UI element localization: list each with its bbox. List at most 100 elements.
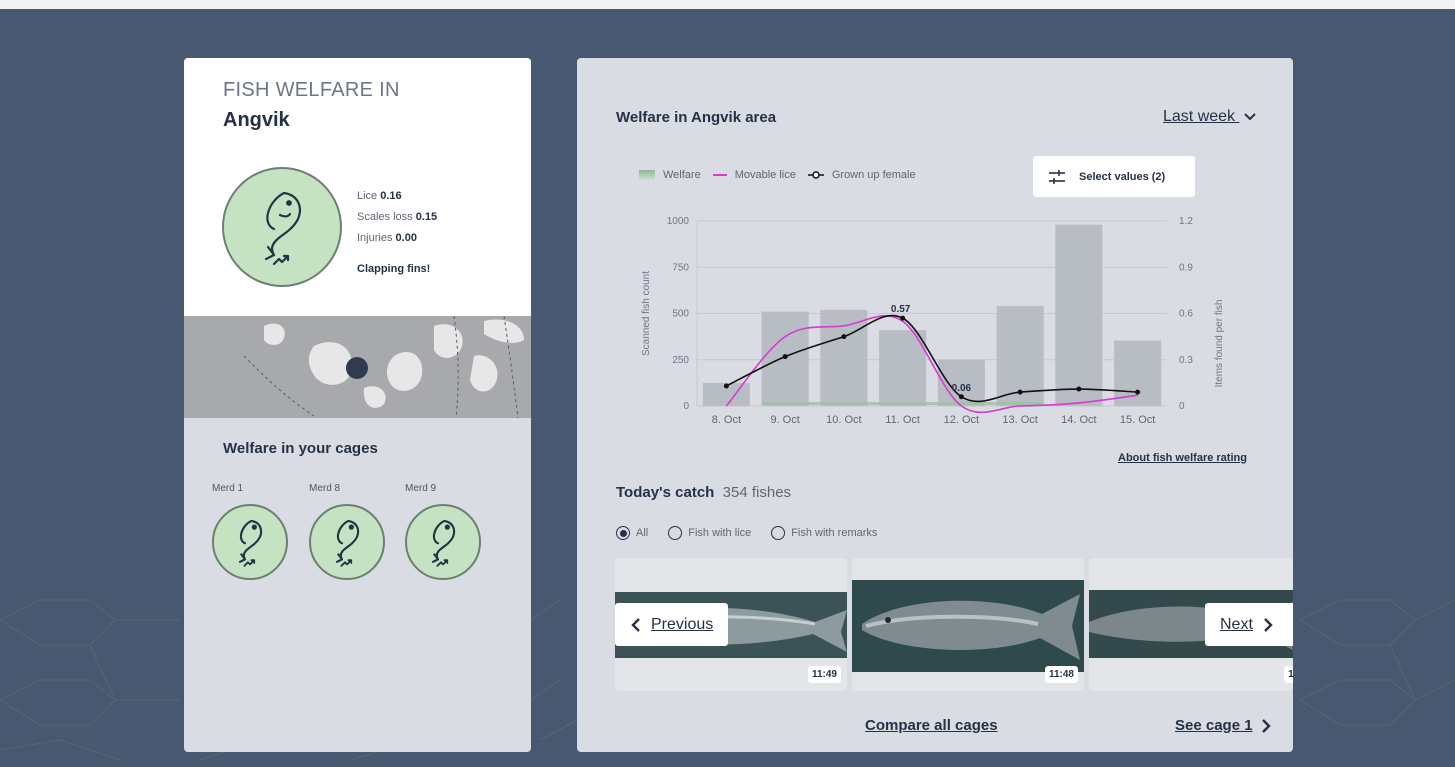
x-tick-label: 12. Oct xyxy=(944,414,979,426)
y-tick-label: 1000 xyxy=(667,216,690,227)
area-detail-card: Welfare in Angvik area Last week Welfare… xyxy=(577,58,1293,752)
annotation-max: 0.57 xyxy=(891,304,911,315)
y2-axis-title: Items found per fish xyxy=(1214,300,1225,388)
legend-swatch-welfare xyxy=(639,170,655,180)
cage-label: Merd 9 xyxy=(405,483,437,494)
compare-cages-link[interactable]: Compare all cages xyxy=(865,717,998,734)
y2-tick-label: 0.6 xyxy=(1179,309,1193,320)
previous-label: Previous xyxy=(651,615,714,633)
stat-lice: Lice 0.16 xyxy=(357,190,402,202)
trend-up-icon xyxy=(272,254,290,266)
area-summary-card: FISH WELFARE IN Angvik Lice 0.16 Scales … xyxy=(184,58,531,752)
x-tick-label: 13. Oct xyxy=(1002,414,1037,426)
legend-lice: Movable lice xyxy=(734,169,796,181)
previous-button[interactable]: Previous xyxy=(615,603,728,646)
y-tick-label: 0 xyxy=(683,401,689,412)
sliders-icon xyxy=(1049,169,1065,184)
y2-tick-label: 1.2 xyxy=(1179,216,1193,227)
bar-welfare xyxy=(1055,224,1103,406)
point-grown-up-female xyxy=(958,394,964,400)
area-stats: Lice 0.16 Scales loss 0.15 Injuries 0.00 xyxy=(357,186,437,249)
catch-count: 354 fishes xyxy=(722,484,792,501)
fish-icon xyxy=(264,191,301,261)
stat-scales-loss: Scales loss 0.15 xyxy=(357,211,438,223)
cage-label: Merd 1 xyxy=(212,483,244,494)
welfare-baseline xyxy=(761,402,1044,405)
y-tick-label: 750 xyxy=(672,262,689,273)
photo-time: 11:49 xyxy=(807,666,841,683)
x-tick-label: 14. Oct xyxy=(1061,414,1096,426)
select-values-label: Select values (2) xyxy=(1079,170,1166,183)
point-grown-up-female xyxy=(782,354,788,360)
filter-remarks-label[interactable]: Fish with remarks xyxy=(791,527,877,539)
photo-time: 11:48 xyxy=(1044,666,1078,683)
x-tick-label: 9. Oct xyxy=(770,414,799,426)
next-label: Next xyxy=(1220,615,1253,633)
cage-merd-9[interactable]: Merd 9 xyxy=(405,483,485,580)
y2-tick-label: 0.3 xyxy=(1179,355,1193,366)
bar-welfare xyxy=(1114,340,1162,406)
x-tick-label: 10. Oct xyxy=(826,414,861,426)
todays-catch: Today's catch 354 fishes xyxy=(616,484,791,501)
point-grown-up-female xyxy=(841,334,847,340)
cage-welfare-badge[interactable] xyxy=(309,504,385,580)
x-tick-label: 15. Oct xyxy=(1120,414,1155,426)
y-tick-label: 250 xyxy=(672,355,689,366)
cage-label: Merd 8 xyxy=(309,483,341,494)
heading: FISH WELFARE IN xyxy=(223,79,400,101)
chevron-left-icon xyxy=(631,617,640,632)
see-cage-label: See cage 1 xyxy=(1175,717,1253,734)
cages-title: Welfare in your cages xyxy=(223,440,378,457)
welfare-remark: Clapping fins! xyxy=(357,263,431,275)
filter-all-radio[interactable] xyxy=(616,526,630,540)
period-dropdown[interactable]: Last week xyxy=(1163,108,1256,126)
trend-up-icon xyxy=(436,559,449,567)
period-label: Last week xyxy=(1163,108,1236,125)
x-tick-label: 11. Oct xyxy=(885,414,920,426)
chevron-down-icon xyxy=(1243,113,1256,121)
fish-photo xyxy=(852,580,1084,672)
filter-lice-radio[interactable] xyxy=(668,526,683,540)
point-grown-up-female xyxy=(1076,386,1082,392)
chevron-right-icon xyxy=(1264,617,1273,632)
legend-swatch-lice xyxy=(712,174,727,176)
legend-swatch-female xyxy=(807,171,824,179)
cage-merd-8[interactable]: Merd 8 xyxy=(309,483,389,580)
area-welfare-badge[interactable] xyxy=(222,167,342,287)
filter-lice-label[interactable]: Fish with lice xyxy=(688,527,751,539)
top-strip xyxy=(0,0,1455,9)
welfare-chart: 0 250 500 750 1000 0 0.3 0.6 0.9 1.2 0.57 0.06 8. Oc… xyxy=(641,216,1225,426)
filter-remarks-radio[interactable] xyxy=(771,526,786,540)
chart-legend: Welfare Movable lice Grown up female xyxy=(639,169,916,181)
map-location-marker[interactable] xyxy=(346,357,368,379)
cage-welfare-badge[interactable] xyxy=(405,504,481,580)
y2-tick-label: 0 xyxy=(1179,401,1185,412)
see-cage-link[interactable]: See cage 1 xyxy=(1175,717,1271,734)
annotation-min: 0.06 xyxy=(952,383,972,394)
select-values-button[interactable]: Select values (2) xyxy=(1033,156,1195,197)
cage-merd-1[interactable]: Merd 1 xyxy=(212,483,292,580)
area-name: Angvik xyxy=(223,109,290,131)
point-grown-up-female xyxy=(1135,389,1141,395)
point-grown-up-female xyxy=(1017,389,1023,395)
catch-photo-card[interactable]: 11:48 xyxy=(852,558,1084,691)
x-tick-label: 8. Oct xyxy=(712,414,741,426)
y-axis-title: Scanned fish count xyxy=(641,271,652,356)
catch-filters: All Fish with lice Fish with remarks xyxy=(616,526,877,540)
trend-up-icon xyxy=(340,559,353,567)
catch-label: Today's catch xyxy=(616,484,715,501)
photo-time: 1: xyxy=(1284,666,1293,683)
y-tick-label: 500 xyxy=(672,309,689,320)
chevron-right-icon xyxy=(1261,718,1271,733)
cage-welfare-badge[interactable] xyxy=(212,504,288,580)
about-rating-link[interactable]: About fish welfare rating xyxy=(1118,452,1247,464)
next-button[interactable]: Next xyxy=(1205,603,1293,646)
point-grown-up-female xyxy=(723,383,729,389)
point-grown-up-female xyxy=(900,315,906,321)
area-summary-header: FISH WELFARE IN Angvik Lice 0.16 Scales … xyxy=(184,58,531,316)
legend-welfare: Welfare xyxy=(663,169,701,181)
legend-female: Grown up female xyxy=(831,169,916,181)
filter-all-label[interactable]: All xyxy=(636,527,648,539)
stat-injuries: Injuries 0.00 xyxy=(357,232,417,244)
chart-title: Welfare in Angvik area xyxy=(616,109,777,126)
